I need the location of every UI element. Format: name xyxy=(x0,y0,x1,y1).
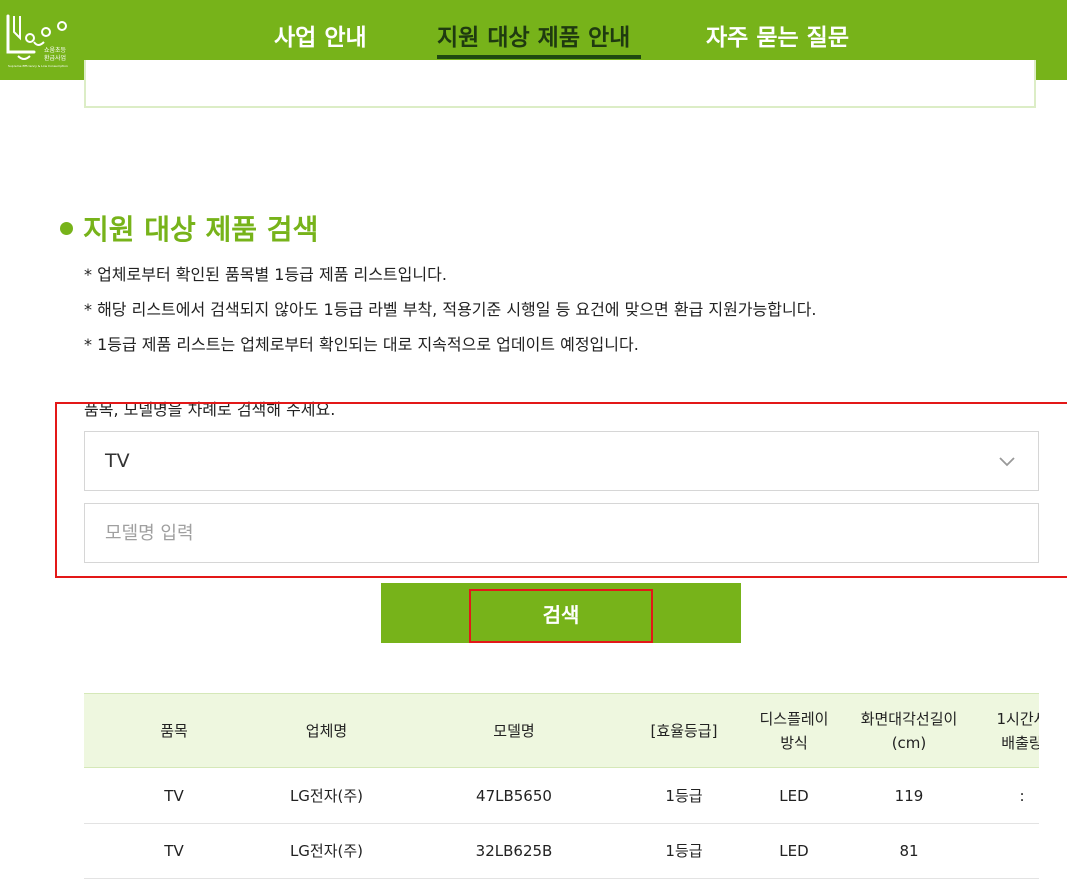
table-cell: LED xyxy=(779,842,809,860)
logo-text-line2: 환급사업 xyxy=(44,55,67,62)
site-logo[interactable]: 쇼움초등 환급사업 Supreme Efficiency & Low Consu… xyxy=(4,12,78,72)
th-efficiency-grade: [효율등급] xyxy=(650,722,718,740)
table-cell: : xyxy=(1019,787,1025,805)
th-hourly-emission: 1시간사배출량 xyxy=(996,710,1039,752)
nav-eligible-products[interactable]: 지원 대상 제품 안내 xyxy=(437,18,630,52)
th-category: 품목 xyxy=(160,722,188,740)
th-screen-diagonal: 화면대각선길이 (cm) xyxy=(860,710,958,752)
table-cell: TV xyxy=(164,842,184,860)
nav-faq[interactable]: 자주 묻는 질문 xyxy=(706,18,849,52)
table-cell: 1등급 xyxy=(665,842,703,860)
search-button-highlight xyxy=(469,589,653,643)
results-table: 품목 업체명 모델명 [효율등급] 디스플레이 방식 화면대각선길이 (cm) 1시… xyxy=(84,693,1039,889)
note-line-1: * 업체로부터 확인된 품목별 1등급 제품 리스트입니다. xyxy=(84,265,447,284)
note-line-2: * 해당 리스트에서 검색되지 않아도 1등급 라벨 부착, 적용기준 시행일 … xyxy=(84,300,817,319)
table-cell: 32LB625B xyxy=(475,842,553,860)
th-company: 업체명 xyxy=(305,722,348,740)
th-model: 모델명 xyxy=(493,722,535,740)
table-cell: LG전자(주) xyxy=(289,842,364,860)
th-display-type: 디스플레이 방식 xyxy=(759,710,829,752)
search-fields-highlight xyxy=(55,402,1067,578)
section-bullet-icon xyxy=(60,222,73,235)
nav-active-underline xyxy=(437,55,641,59)
table-cell: LG전자(주) xyxy=(289,787,364,805)
table-cell: 81 xyxy=(899,842,919,860)
note-line-3: * 1등급 제품 리스트는 업체로부터 확인되는 대로 지속적으로 업데이트 예… xyxy=(84,335,639,354)
logo-graphic-icon xyxy=(6,14,67,60)
table-cell xyxy=(977,839,1039,863)
row-divider xyxy=(84,823,1039,824)
table-cell: LED xyxy=(779,787,809,805)
table-header: 품목 업체명 모델명 [효율등급] 디스플레이 방식 화면대각선길이 (cm) 1시… xyxy=(84,693,1039,768)
row-divider xyxy=(84,878,1039,879)
table-cell: TV xyxy=(164,787,184,805)
table-cell: 47LB5650 xyxy=(476,787,552,805)
section-title: 지원 대상 제품 검색 xyxy=(83,213,319,246)
table-cell: 119 xyxy=(894,787,924,805)
table-cell: 1등급 xyxy=(665,787,703,805)
logo-subtext: Supreme Efficiency & Low Consumption xyxy=(8,64,68,68)
nav-business-info[interactable]: 사업 안내 xyxy=(274,18,367,52)
previous-section-box xyxy=(84,60,1036,108)
